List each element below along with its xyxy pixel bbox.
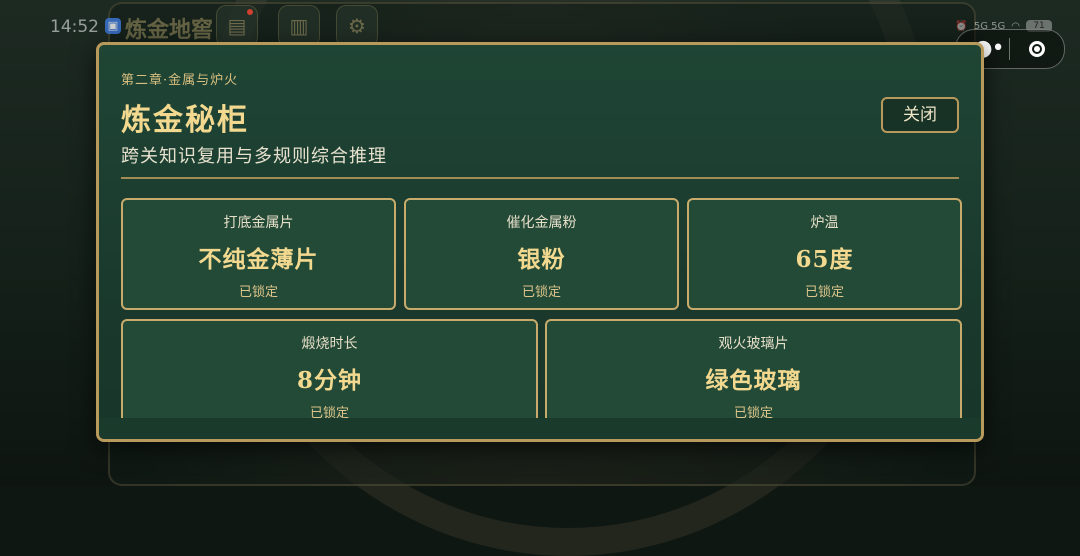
slot-card-viewing-glass[interactable]: 观火玻璃片 绿色玻璃 已锁定	[545, 319, 962, 431]
settings-button[interactable]: ⚙	[336, 5, 378, 47]
card-value: 不纯金薄片	[198, 246, 319, 273]
status-time: 14:52	[50, 17, 99, 37]
card-value: 绿色玻璃	[705, 367, 802, 394]
background-title: 炼金地窖	[125, 17, 214, 43]
scroll-clip-edge	[99, 418, 981, 439]
card-status: 已锁定	[238, 285, 278, 300]
slot-card-catalyst-powder[interactable]: 催化金属粉 银粉 已锁定	[404, 198, 679, 310]
app-icon: ▣	[105, 18, 121, 34]
slot-card-base-metal[interactable]: 打底金属片 不纯金薄片 已锁定	[121, 198, 396, 310]
close-icon	[1029, 41, 1045, 57]
book-button[interactable]: ▥	[278, 5, 320, 47]
map-button[interactable]: ▤	[216, 5, 258, 47]
chapter-label: 第二章·金属与炉火	[121, 73, 239, 88]
notification-dot	[247, 9, 253, 15]
card-label: 打底金属片	[223, 215, 294, 231]
slot-card-furnace-temp[interactable]: 炉温 65度 已锁定	[687, 198, 962, 310]
book-icon: ▥	[289, 14, 309, 38]
divider	[121, 177, 959, 179]
gear-icon: ⚙	[348, 14, 366, 38]
close-button[interactable]: 关闭	[881, 97, 959, 133]
card-value: 银粉	[517, 246, 566, 273]
card-label: 煅烧时长	[301, 336, 358, 352]
modal-subtitle: 跨关知识复用与多规则综合推理	[121, 146, 387, 167]
card-status: 已锁定	[521, 285, 561, 300]
alchemy-cabinet-modal: 第二章·金属与炉火 炼金秘柜 跨关知识复用与多规则综合推理 关闭 打底金属片 不…	[96, 42, 984, 442]
card-status: 已锁定	[804, 285, 844, 300]
card-label: 观火玻璃片	[718, 336, 789, 352]
card-label: 炉温	[810, 215, 839, 231]
map-icon: ▤	[227, 14, 247, 38]
card-value: 8分钟	[296, 367, 362, 394]
card-label: 催化金属粉	[506, 215, 577, 231]
slot-card-calcination-time[interactable]: 煅烧时长 8分钟 已锁定	[121, 319, 538, 431]
miniprogram-close-button[interactable]	[1010, 41, 1064, 57]
card-value: 65度	[795, 246, 854, 273]
modal-title: 炼金秘柜	[121, 103, 249, 138]
